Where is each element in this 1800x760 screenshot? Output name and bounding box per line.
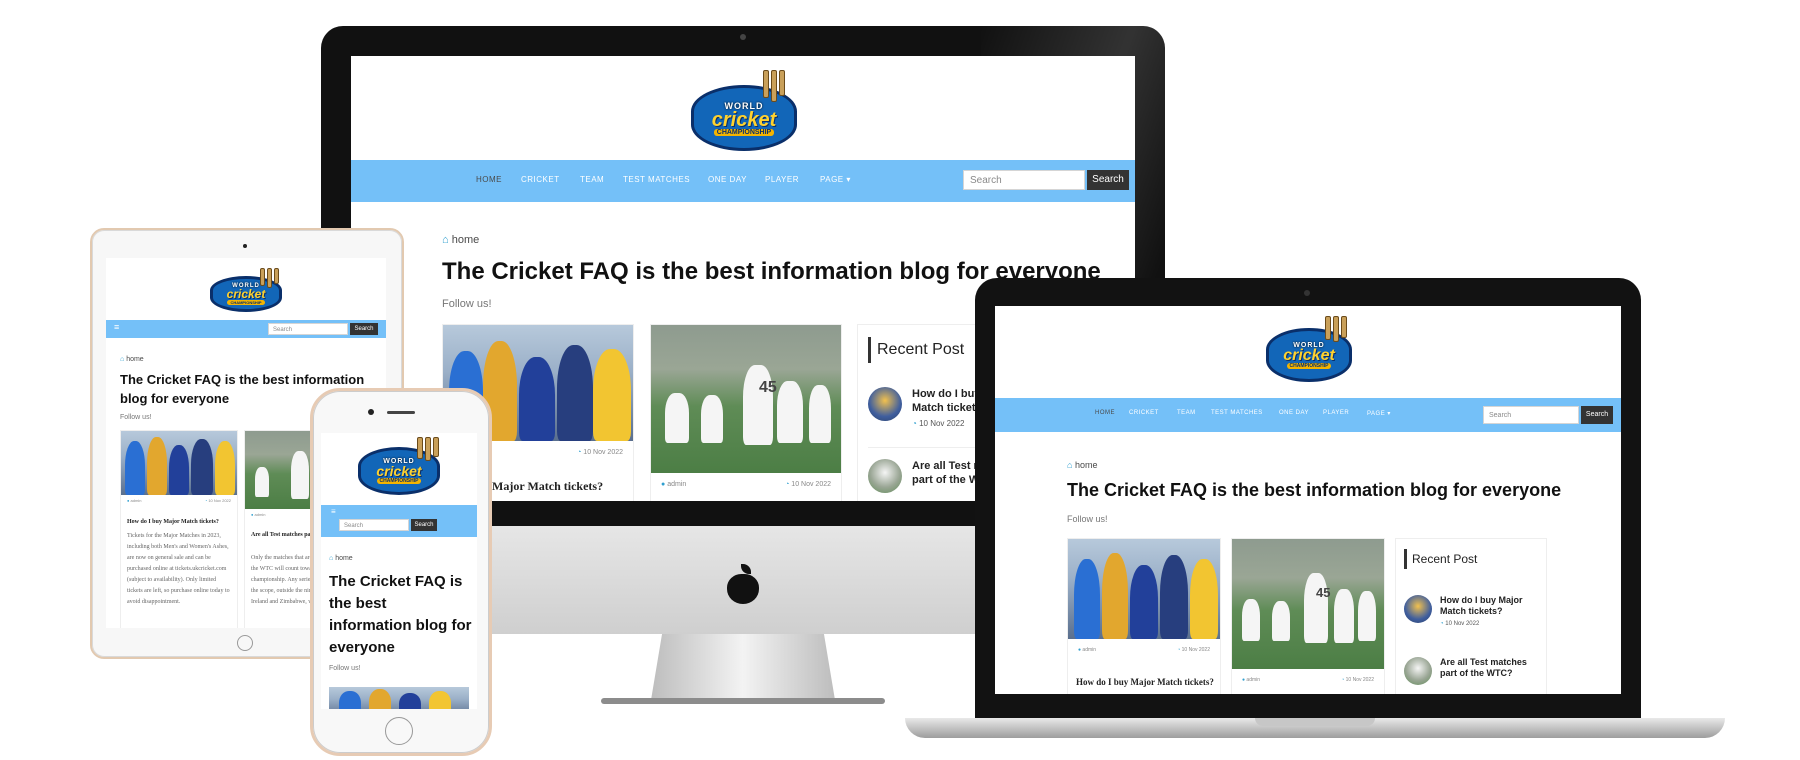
tablet-camera	[243, 244, 247, 248]
logo-text-middle: cricket	[711, 108, 777, 131]
recent-post-title[interactable]: Are all Test matches part of the WTC?	[1440, 657, 1527, 679]
laptop-device: WORLD cricket CHAMPIONSHIP HOME CRICKET …	[905, 278, 1725, 748]
nav-one-day[interactable]: ONE DAY	[708, 175, 747, 184]
search-button[interactable]: Search	[350, 323, 378, 335]
follow-us-text: Follow us!	[1067, 514, 1108, 524]
nav-team[interactable]: TEAM	[1177, 410, 1196, 416]
nav-page-dropdown[interactable]: PAGE ▾	[820, 175, 851, 184]
page-title: The Cricket FAQ is the best information …	[1067, 480, 1562, 500]
page-title: The Cricket FAQ is the best information bl…	[329, 573, 472, 656]
recent-post-title[interactable]: How do I buy Major Match tickets?	[1440, 595, 1523, 617]
laptop-notch	[1255, 718, 1375, 726]
search-input[interactable]: Search	[963, 170, 1085, 190]
recent-post-thumb[interactable]	[868, 387, 902, 421]
breadcrumb[interactable]: ⌂ home	[329, 555, 353, 562]
menu-icon[interactable]: ≡	[331, 507, 336, 516]
post-meta: ● admin ◔ 10 Nov 2022	[1078, 647, 1210, 653]
post-image-field[interactable]: 45	[651, 325, 841, 473]
post-image-players[interactable]	[121, 431, 237, 495]
user-icon: ●	[661, 481, 666, 488]
imac-camera	[740, 34, 746, 40]
clock-icon: ◔	[577, 449, 582, 456]
breadcrumb[interactable]: ⌂ home	[1067, 460, 1097, 470]
post-meta: ● admin ◔ 10 Nov 2022	[1242, 677, 1374, 683]
main-nav: HOME CRICKET TEAM TEST MATCHES ONE DAY P…	[995, 398, 1621, 432]
post-meta: ● admin ◔ 10 Nov 2022	[127, 498, 231, 503]
recent-post-heading: Recent Post	[1404, 549, 1477, 569]
follow-us-text: Follow us!	[120, 414, 152, 421]
nav-cricket[interactable]: CRICKET	[521, 175, 560, 184]
recent-post-thumb[interactable]	[868, 459, 902, 493]
home-icon: ⌂	[1067, 460, 1073, 470]
imac-base	[601, 698, 885, 704]
recent-post-thumb[interactable]	[1404, 595, 1432, 623]
post-title[interactable]: How do I buy Major Match tickets?	[1076, 677, 1214, 687]
search-input[interactable]: Search	[268, 323, 348, 335]
post-title[interactable]: How do I buy Major Match tickets?	[127, 519, 219, 525]
imac-stand	[651, 634, 835, 700]
nav-home[interactable]: HOME	[1095, 410, 1115, 416]
search-button[interactable]: Search	[1087, 170, 1129, 190]
site-logo[interactable]: WORLD cricket CHAMPIONSHIP	[691, 70, 797, 152]
home-icon: ⌂	[442, 234, 449, 246]
stumps-icon	[417, 437, 439, 461]
phone-camera	[368, 409, 374, 415]
site-logo[interactable]: WORLD cricket CHAMPIONSHIP	[210, 268, 282, 312]
logo-text-bottom: CHAMPIONSHIP	[713, 128, 775, 136]
post-card[interactable]: ● admin ◔ 10 Nov 2022 How do I buy Major…	[120, 430, 238, 628]
phone-screen: WORLD cricket CHAMPIONSHIP ≡ Search Sear…	[321, 433, 477, 709]
nav-test-matches[interactable]: TEST MATCHES	[623, 175, 690, 184]
nav-team[interactable]: TEAM	[580, 175, 604, 184]
search-input[interactable]: Search	[339, 519, 409, 531]
post-image-players[interactable]	[1068, 539, 1220, 639]
nav-player[interactable]: PLAYER	[1323, 410, 1349, 416]
phone-speaker	[387, 411, 415, 414]
recent-post-thumb[interactable]	[1404, 657, 1432, 685]
follow-us-text: Follow us!	[329, 665, 361, 672]
home-icon: ⌂	[120, 356, 125, 363]
home-icon: ⌂	[329, 555, 334, 562]
recent-post-date: ◔ 10 Nov 2022	[1440, 621, 1480, 627]
post-card[interactable]: 45 ● admin ◔ 10 Nov 2022	[650, 324, 842, 501]
post-image-players[interactable]	[329, 687, 469, 709]
stumps-icon	[260, 268, 279, 288]
follow-us-text: Follow us!	[442, 298, 492, 310]
stumps-icon	[1325, 316, 1347, 342]
breadcrumb[interactable]: ⌂ home	[442, 234, 479, 246]
nav-one-day[interactable]: ONE DAY	[1279, 410, 1309, 416]
recent-post-sidebar: Recent Post How do I buy Major Match tick…	[1395, 538, 1547, 694]
search-button[interactable]: Search	[1581, 406, 1613, 424]
post-date: 10 Nov 2022	[791, 481, 831, 488]
post-card[interactable]: ● admin ◔ 10 Nov 2022 How do I buy Major…	[1067, 538, 1221, 694]
breadcrumb-label: home	[451, 234, 480, 246]
post-date: 10 Nov 2022	[583, 449, 623, 456]
nav-player[interactable]: PLAYER	[765, 175, 799, 184]
post-meta: ● admin ◔ 10 Nov 2022	[651, 473, 841, 496]
nav-page-dropdown[interactable]: PAGE ▾	[1367, 410, 1391, 417]
post-image-field[interactable]: 45	[1232, 539, 1384, 669]
laptop-camera	[1304, 290, 1310, 296]
site-logo[interactable]: WORLD cricket CHAMPIONSHIP	[1266, 316, 1352, 382]
nav-cricket[interactable]: CRICKET	[1129, 410, 1159, 416]
stumps-icon	[763, 70, 785, 102]
laptop-screen: WORLD cricket CHAMPIONSHIP HOME CRICKET …	[995, 306, 1621, 694]
main-nav: ≡ Search Search	[321, 505, 477, 537]
menu-icon[interactable]: ≡	[114, 322, 119, 332]
post-excerpt: Tickets for the Major Matches in 2023, i…	[127, 533, 230, 605]
clock-icon: ◔	[785, 481, 790, 488]
phone-home-button[interactable]	[385, 717, 413, 745]
breadcrumb[interactable]: ⌂ home	[120, 356, 144, 363]
post-card[interactable]: 45 ● admin ◔ 10 Nov 2022	[1231, 538, 1385, 694]
tablet-home-button[interactable]	[237, 635, 253, 651]
post-author: admin	[667, 481, 687, 488]
site-logo[interactable]: WORLD cricket CHAMPIONSHIP	[357, 437, 441, 495]
apple-logo-icon	[725, 564, 761, 604]
main-nav: ≡ Search Search	[106, 320, 386, 338]
main-nav: HOME CRICKET TEAM TEST MATCHES ONE DAY P…	[351, 160, 1135, 202]
search-input[interactable]: Search	[1483, 406, 1579, 424]
nav-home[interactable]: HOME	[476, 175, 502, 184]
nav-test-matches[interactable]: TEST MATCHES	[1211, 410, 1263, 416]
search-button[interactable]: Search	[411, 519, 437, 531]
phone-device: WORLD cricket CHAMPIONSHIP ≡ Search Sear…	[310, 388, 492, 756]
